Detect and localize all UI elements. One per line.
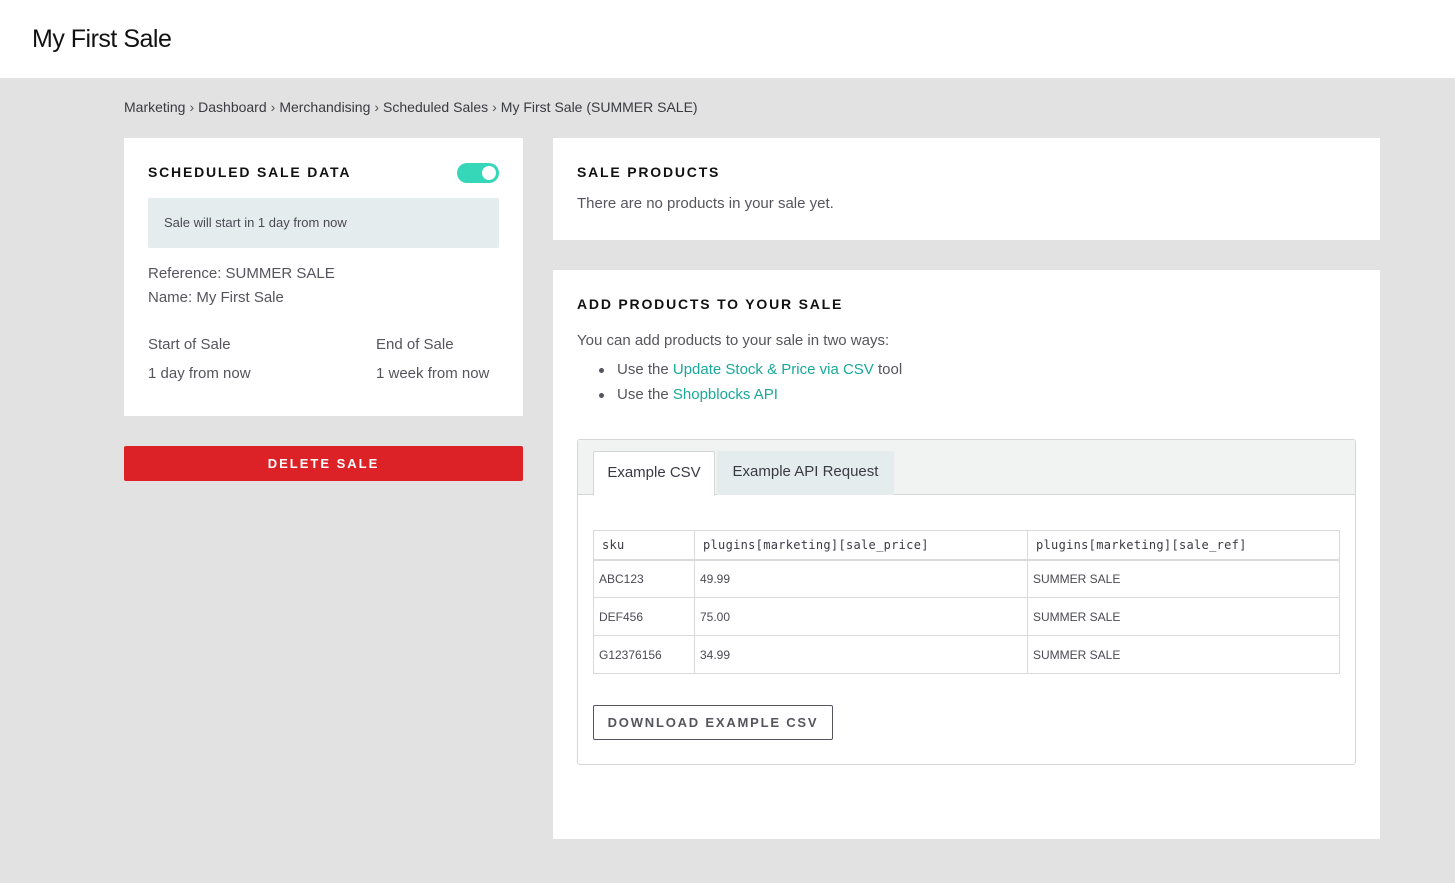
method-csv: Use the Update Stock & Price via CSV too… xyxy=(593,360,902,385)
end-of-sale-label: End of Sale xyxy=(376,336,454,353)
shopblocks-api-link[interactable]: Shopblocks API xyxy=(673,386,778,403)
breadcrumb-current: My First Sale (SUMMER SALE) xyxy=(500,99,698,115)
method-prefix: Use the xyxy=(617,386,673,403)
cell-sale-price: 49.99 xyxy=(694,559,1028,598)
sale-products-title: SALE PRODUCTS xyxy=(577,164,721,180)
breadcrumb-separator: › xyxy=(374,99,380,115)
cell-sale-ref: SUMMER SALE xyxy=(1027,597,1340,636)
method-prefix: Use the xyxy=(617,361,673,378)
end-of-sale-value: 1 week from now xyxy=(376,365,490,382)
tab-example-api-request[interactable]: Example API Request xyxy=(717,451,894,495)
add-products-methods: Use the Update Stock & Price via CSV too… xyxy=(593,360,902,410)
scheduled-sale-title: SCHEDULED SALE DATA xyxy=(148,164,352,180)
add-products-card: ADD PRODUCTS TO YOUR SALE You can add pr… xyxy=(553,270,1380,839)
add-products-title: ADD PRODUCTS TO YOUR SALE xyxy=(577,296,844,312)
start-of-sale-value: 1 day from now xyxy=(148,365,251,382)
example-csv-table: sku plugins[marketing][sale_price] plugi… xyxy=(593,530,1340,674)
scheduled-sale-card: SCHEDULED SALE DATA Sale will start in 1… xyxy=(124,138,523,416)
no-products-message: There are no products in your sale yet. xyxy=(577,195,834,212)
cell-sale-ref: SUMMER SALE xyxy=(1027,635,1340,674)
sale-start-notice: Sale will start in 1 day from now xyxy=(148,198,499,248)
tabs-header: Example CSV Example API Request xyxy=(578,440,1355,496)
column-header-sale-ref: plugins[marketing][sale_ref] xyxy=(1027,530,1340,561)
page-title: My First Sale xyxy=(32,25,172,53)
sale-products-card: SALE PRODUCTS There are no products in y… xyxy=(553,138,1380,240)
cell-sku: G12376156 xyxy=(593,635,695,674)
column-header-sale-price: plugins[marketing][sale_price] xyxy=(694,530,1028,561)
tab-example-csv[interactable]: Example CSV xyxy=(593,451,715,496)
table-row: G12376156 34.99 SUMMER SALE xyxy=(593,635,1340,674)
method-api: Use the Shopblocks API xyxy=(593,385,902,410)
sale-active-toggle[interactable] xyxy=(457,163,499,183)
examples-tab-panel: Example CSV Example API Request sku plug… xyxy=(577,439,1356,765)
breadcrumb-separator: › xyxy=(270,99,276,115)
table-header-row: sku plugins[marketing][sale_price] plugi… xyxy=(593,530,1340,561)
breadcrumb: Marketing › Dashboard › Merchandising › Schedu… xyxy=(124,99,698,115)
breadcrumb-merchandising[interactable]: Merchandising xyxy=(279,99,370,115)
breadcrumb-separator: › xyxy=(492,99,497,115)
breadcrumb-separator: › xyxy=(189,99,195,115)
table-row: ABC123 49.99 SUMMER SALE xyxy=(593,559,1340,598)
add-products-intro: You can add products to your sale in two… xyxy=(577,332,890,349)
table-row: DEF456 75.00 SUMMER SALE xyxy=(593,597,1340,636)
cell-sale-price: 34.99 xyxy=(694,635,1028,674)
delete-sale-button[interactable]: DELETE SALE xyxy=(124,446,523,481)
column-header-sku: sku xyxy=(593,530,695,561)
top-bar: My First Sale xyxy=(0,0,1455,78)
cell-sale-ref: SUMMER SALE xyxy=(1027,559,1340,598)
breadcrumb-marketing[interactable]: Marketing xyxy=(124,99,185,115)
cell-sku: DEF456 xyxy=(593,597,695,636)
cell-sku: ABC123 xyxy=(593,559,695,598)
toggle-knob xyxy=(482,166,496,180)
start-of-sale-label: Start of Sale xyxy=(148,336,231,353)
breadcrumb-dashboard[interactable]: Dashboard xyxy=(198,99,267,115)
breadcrumb-scheduled-sales[interactable]: Scheduled Sales xyxy=(383,99,488,115)
update-stock-price-csv-link[interactable]: Update Stock & Price via CSV xyxy=(673,361,874,378)
download-example-csv-button[interactable]: DOWNLOAD EXAMPLE CSV xyxy=(593,705,833,740)
sale-name: Name: My First Sale xyxy=(148,289,284,306)
method-suffix: tool xyxy=(873,361,903,378)
sale-reference: Reference: SUMMER SALE xyxy=(148,265,335,282)
cell-sale-price: 75.00 xyxy=(694,597,1028,636)
